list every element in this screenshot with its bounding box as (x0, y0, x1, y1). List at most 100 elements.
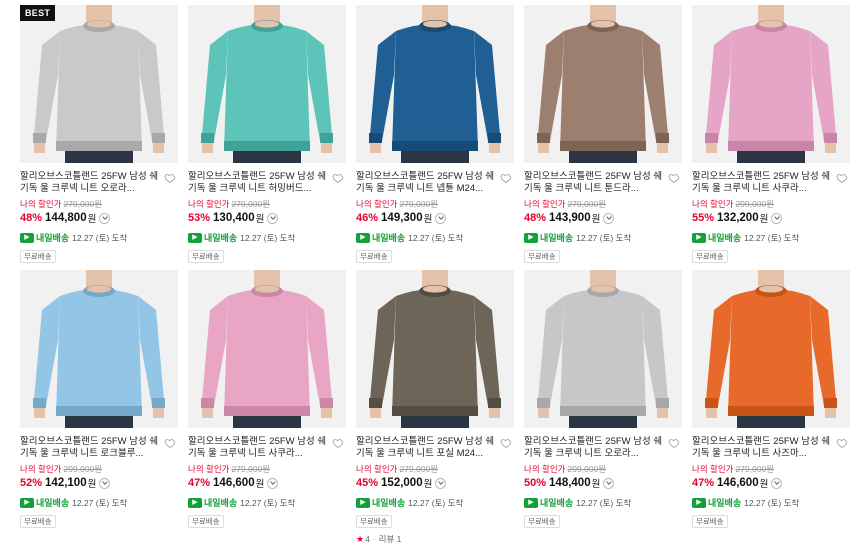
product-card[interactable]: BEST 할리오브스코틀랜드 25FW 남성 쉐기독 울 크루넥 니트 오로라.… (20, 5, 178, 270)
my-discount-label: 나의 할인가 (692, 464, 734, 474)
heart-icon[interactable] (164, 172, 176, 184)
sweater-image (356, 270, 514, 428)
free-shipping-badge: 무료배송 (692, 250, 728, 263)
product-image[interactable] (692, 5, 850, 163)
product-title[interactable]: 할리오브스코틀랜드 25FW 남성 쉐기독 울 크루넥 니트 사쿠라... (692, 171, 834, 195)
truck-icon: ▶ (356, 497, 370, 508)
product-image[interactable] (20, 270, 178, 428)
original-price: 299,000원 (735, 199, 775, 209)
product-image[interactable] (524, 5, 682, 163)
my-discount-label: 나의 할인가 (692, 199, 734, 209)
free-shipping-badge: 무료배송 (524, 250, 560, 263)
chevron-down-icon[interactable] (99, 477, 111, 489)
chevron-down-icon[interactable] (267, 212, 279, 224)
sweater-image (188, 5, 346, 163)
product-card[interactable]: 할리오브스코틀랜드 25FW 남성 쉐기독 울 크루넥 니트 포실 M24...… (356, 270, 514, 544)
product-title[interactable]: 할리오브스코틀랜드 25FW 남성 쉐기독 울 크루넥 니트 오로라... (20, 171, 162, 195)
discount-percent: 47% (188, 477, 211, 489)
product-card[interactable]: 할리오브스코틀랜드 25FW 남성 쉐기독 울 크루넥 니트 로크블루... 나… (20, 270, 178, 535)
sweater-image (188, 270, 346, 428)
heart-icon[interactable] (164, 437, 176, 449)
chevron-down-icon[interactable] (435, 212, 447, 224)
discount-percent: 48% (524, 212, 547, 224)
currency-unit: 원 (759, 479, 769, 490)
heart-icon[interactable] (332, 172, 344, 184)
truck-icon: ▶ (188, 232, 202, 243)
my-discount-label: 나의 할인가 (20, 464, 62, 474)
chevron-down-icon[interactable] (603, 212, 615, 224)
heart-icon[interactable] (500, 437, 512, 449)
delivery-row: ▶ 내일배송 12.27 (토) 도착 (692, 496, 850, 509)
free-shipping-badge: 무료배송 (188, 250, 224, 263)
discount-percent: 52% (20, 477, 43, 489)
original-price: 299,000원 (63, 464, 103, 474)
product-card[interactable]: 할리오브스코틀랜드 25FW 남성 쉐기독 울 크루넥 니트 오로라... 나의… (524, 270, 682, 535)
star-icon: ★ (356, 533, 365, 544)
product-title[interactable]: 할리오브스코틀랜드 25FW 남성 쉐기독 울 크루넥 니트 툰드라... (524, 171, 666, 195)
chevron-down-icon[interactable] (771, 212, 783, 224)
chevron-down-icon[interactable] (435, 477, 447, 489)
delivery-date: 12.27 (토) 도착 (240, 497, 296, 508)
product-image[interactable] (524, 270, 682, 428)
product-card[interactable]: 할리오브스코틀랜드 25FW 남성 쉐기독 울 크루넥 니트 툰드라... 나의… (524, 5, 682, 270)
delivery-row: ▶ 내일배송 12.27 (토) 도착 (20, 231, 178, 244)
price-row: 48% 144,800 원 (20, 211, 178, 225)
heart-icon[interactable] (836, 437, 848, 449)
heart-icon[interactable] (668, 172, 680, 184)
truck-icon: ▶ (692, 497, 706, 508)
chevron-down-icon[interactable] (99, 212, 111, 224)
chevron-down-icon[interactable] (603, 477, 615, 489)
price-row: 50% 148,400 원 (524, 476, 682, 490)
product-image[interactable] (356, 5, 514, 163)
product-title[interactable]: 할리오브스코틀랜드 25FW 남성 쉐기독 울 크루넥 니트 사즈마... (692, 436, 834, 460)
delivery-row: ▶ 내일배송 12.27 (토) 도착 (188, 496, 346, 509)
sweater-image (692, 270, 850, 428)
product-image[interactable] (356, 270, 514, 428)
product-card[interactable]: 할리오브스코틀랜드 25FW 남성 쉐기독 울 크루넥 니트 사쿠라... 나의… (692, 5, 850, 270)
product-card[interactable]: 할리오브스코틀랜드 25FW 남성 쉐기독 울 크루넥 니트 허밍버드... 나… (188, 5, 346, 270)
truck-icon: ▶ (20, 497, 34, 508)
currency-unit: 원 (255, 479, 265, 490)
my-discount-price-row: 나의 할인가 279,000원 (524, 199, 682, 209)
product-title[interactable]: 할리오브스코틀랜드 25FW 남성 쉐기독 울 크루넥 니트 포실 M24... (356, 436, 498, 460)
chevron-down-icon[interactable] (267, 477, 279, 489)
discount-percent: 55% (692, 212, 715, 224)
product-title[interactable]: 할리오브스코틀랜드 25FW 남성 쉐기독 울 크루넥 니트 허밍버드... (188, 171, 330, 195)
product-title[interactable]: 할리오브스코틀랜드 25FW 남성 쉐기독 울 크루넥 니트 오로라... (524, 436, 666, 460)
heart-icon[interactable] (332, 437, 344, 449)
delivery-date: 12.27 (토) 도착 (408, 497, 464, 508)
truck-icon: ▶ (188, 497, 202, 508)
product-title[interactable]: 할리오브스코틀랜드 25FW 남성 쉐기독 울 크루넥 니트 로크블루... (20, 436, 162, 460)
product-image[interactable] (692, 270, 850, 428)
my-discount-label: 나의 할인가 (356, 199, 398, 209)
heart-icon[interactable] (668, 437, 680, 449)
currency-unit: 원 (87, 479, 97, 490)
product-image[interactable] (188, 5, 346, 163)
chevron-down-icon[interactable] (771, 477, 783, 489)
product-title[interactable]: 할리오브스코틀랜드 25FW 남성 쉐기독 울 크루넥 니트 넵튠 M24... (356, 171, 498, 195)
my-discount-label: 나의 할인가 (188, 464, 230, 474)
product-image[interactable] (188, 270, 346, 428)
heart-icon[interactable] (836, 172, 848, 184)
my-discount-price-row: 나의 할인가 299,000원 (524, 464, 682, 474)
original-price: 299,000원 (567, 464, 607, 474)
free-shipping-badge: 무료배송 (356, 250, 392, 263)
delivery-row: ▶ 내일배송 12.27 (토) 도착 (356, 496, 514, 509)
delivery-date: 12.27 (토) 도착 (72, 232, 128, 243)
separator: · (372, 534, 376, 544)
currency-unit: 원 (423, 479, 433, 490)
product-card[interactable]: 할리오브스코틀랜드 25FW 남성 쉐기독 울 크루넥 니트 넵튠 M24...… (356, 5, 514, 270)
currency-unit: 원 (423, 214, 433, 225)
my-discount-label: 나의 할인가 (188, 199, 230, 209)
product-card[interactable]: 할리오브스코틀랜드 25FW 남성 쉐기독 울 크루넥 니트 사쿠라... 나의… (188, 270, 346, 535)
delivery-date: 12.27 (토) 도착 (240, 232, 296, 243)
product-title[interactable]: 할리오브스코틀랜드 25FW 남성 쉐기독 울 크루넥 니트 사쿠라... (188, 436, 330, 460)
currency-unit: 원 (591, 214, 601, 225)
product-card[interactable]: 할리오브스코틀랜드 25FW 남성 쉐기독 울 크루넥 니트 사즈마... 나의… (692, 270, 850, 535)
heart-icon[interactable] (500, 172, 512, 184)
delivery-row: ▶ 내일배송 12.27 (토) 도착 (692, 231, 850, 244)
delivery-date: 12.27 (토) 도착 (72, 497, 128, 508)
product-image[interactable]: BEST (20, 5, 178, 163)
delivery-row: ▶ 내일배송 12.27 (토) 도착 (524, 231, 682, 244)
delivery-label: 내일배송 (36, 498, 70, 508)
